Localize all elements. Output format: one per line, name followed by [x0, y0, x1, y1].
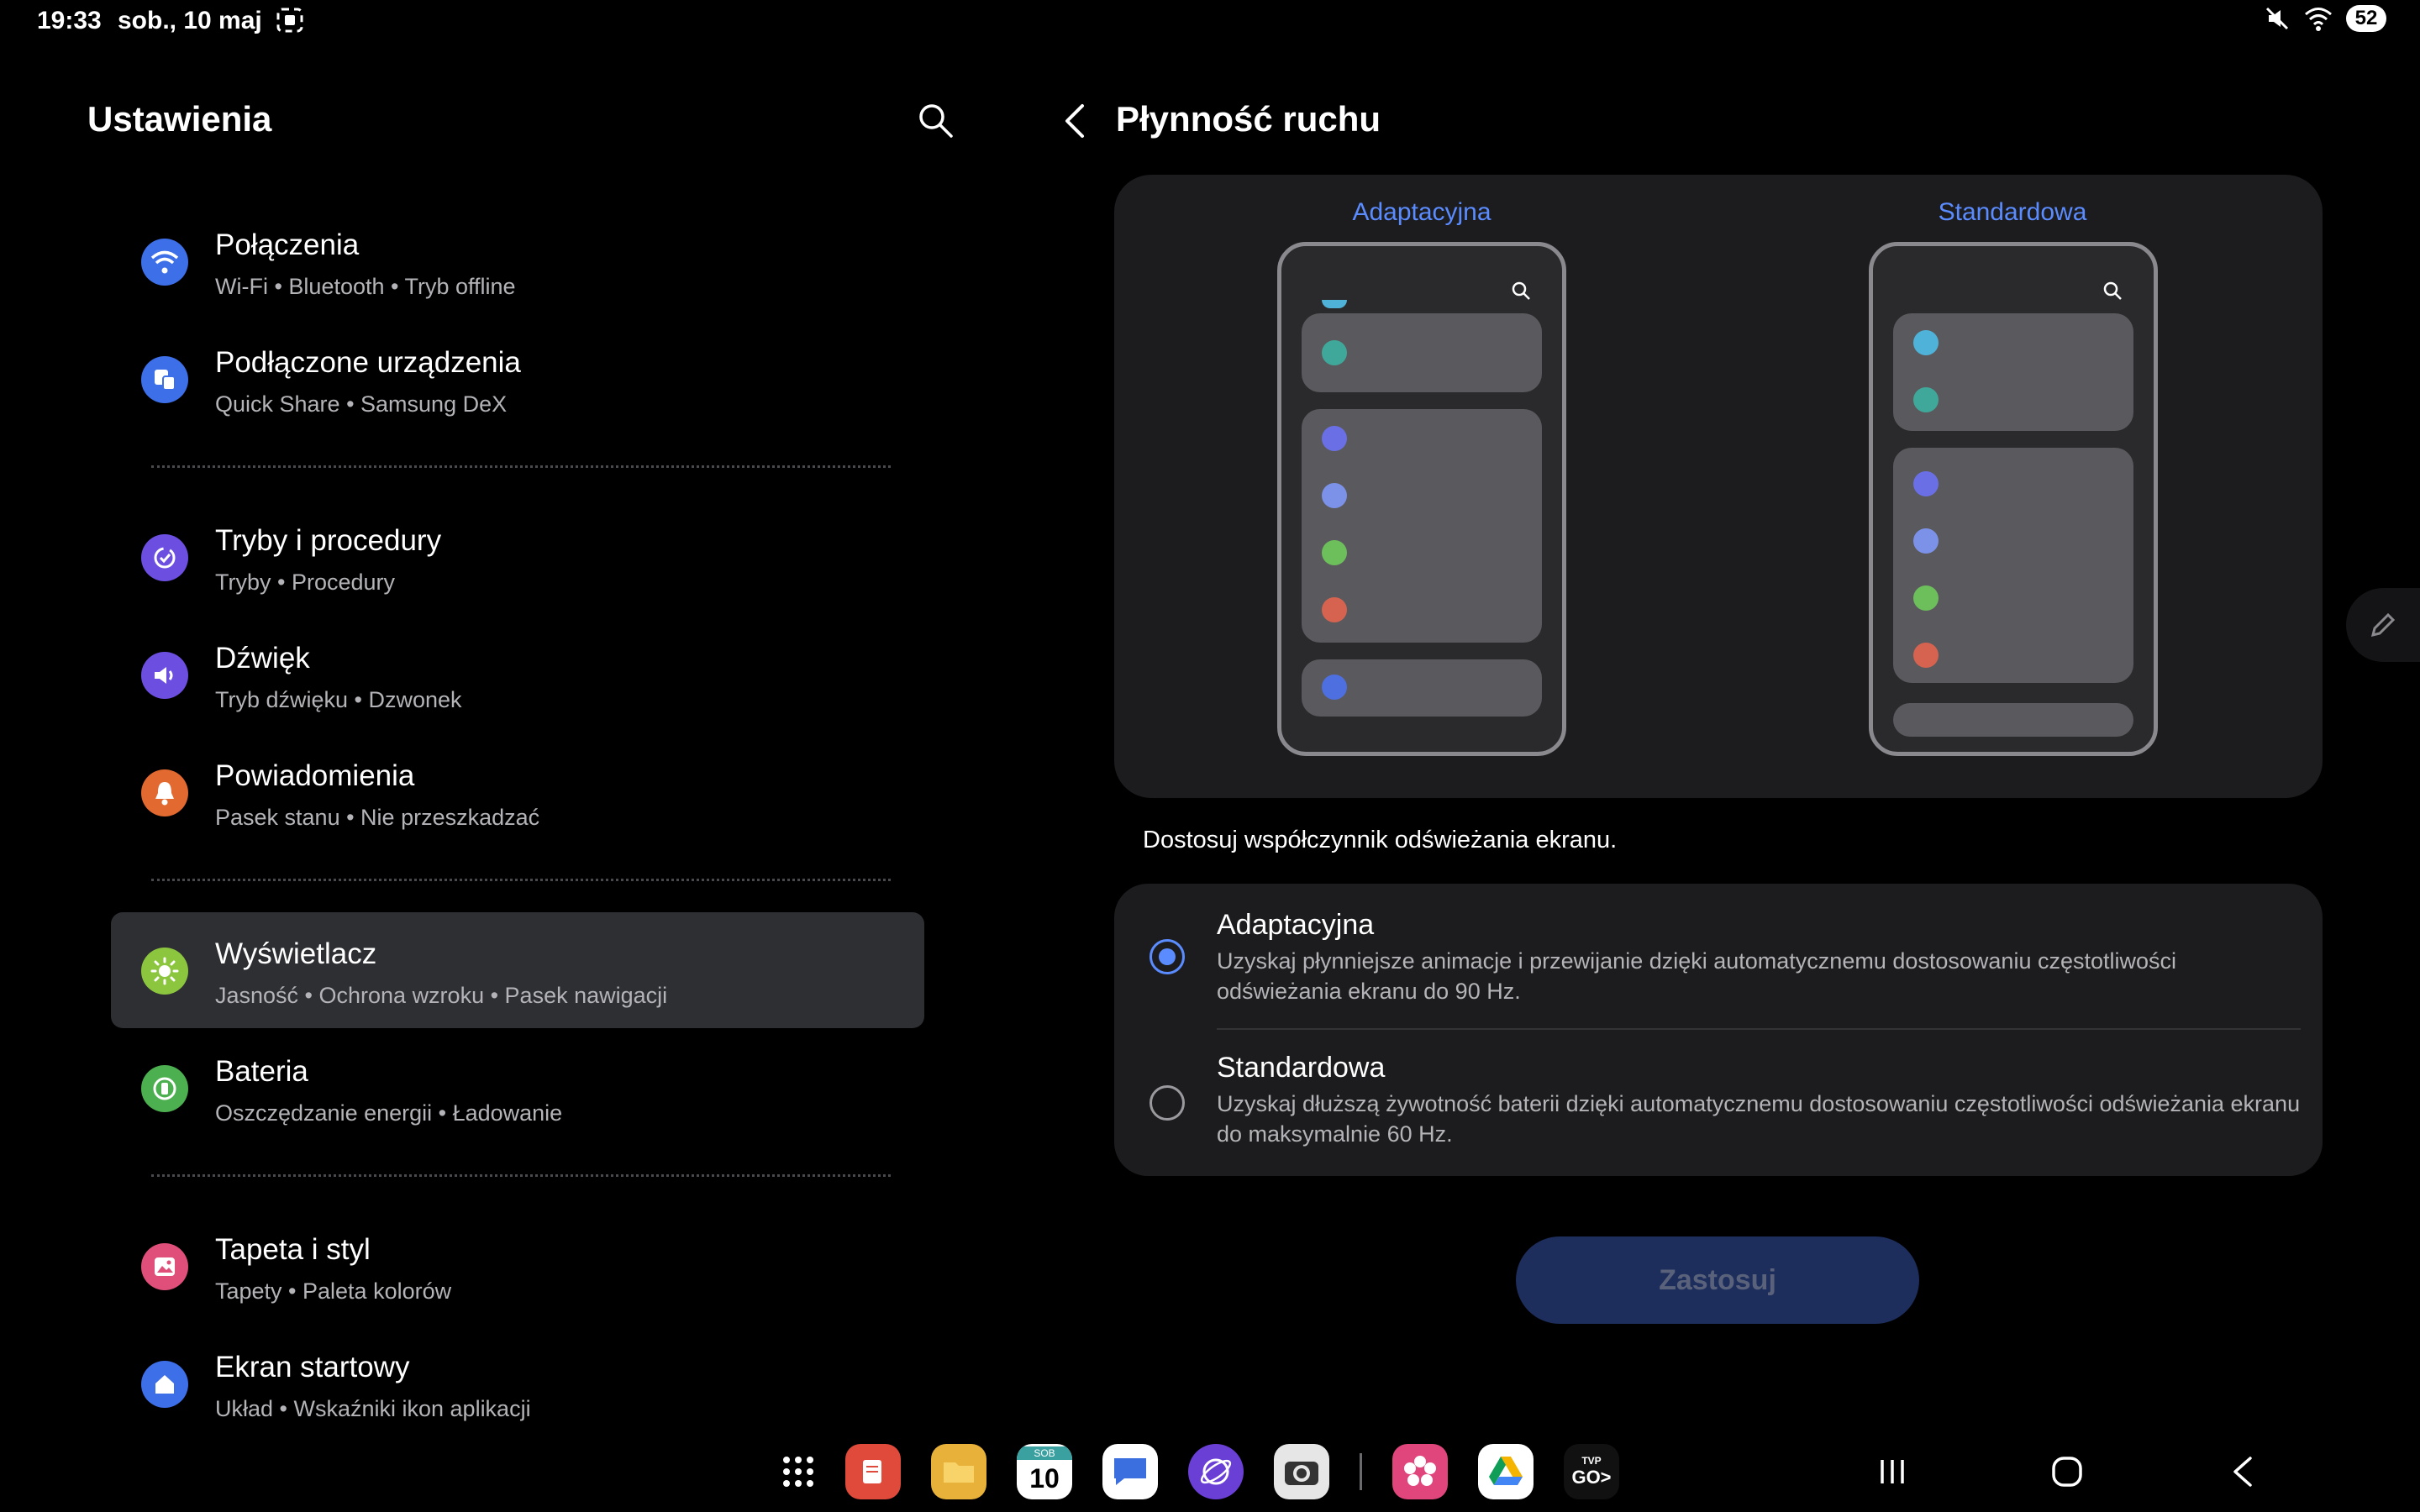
preview-label-adaptive: Adaptacyjna: [1352, 198, 1491, 226]
taskbar: SOB 10 TVP GO>: [781, 1441, 1619, 1502]
calendar-app-icon[interactable]: SOB 10: [1017, 1444, 1072, 1499]
menu-item-subtitle: Tapety • Paleta kolorów: [215, 1278, 452, 1304]
tvp-go-label: GO>: [1571, 1467, 1612, 1488]
status-icons: 52: [2264, 5, 2386, 32]
volume-icon: [141, 652, 188, 699]
section-divider: [151, 879, 891, 881]
option-adaptive[interactable]: Adaptacyjna Uzyskaj płynniejsze animacje…: [1114, 884, 2323, 1028]
battery-indicator: 52: [2346, 5, 2386, 32]
google-drive-app-icon[interactable]: [1478, 1444, 1534, 1499]
mute-icon: [2265, 7, 2289, 30]
status-date: sob., 10 maj: [118, 7, 262, 34]
home-icon: [141, 1361, 188, 1408]
menu-item-home-screen[interactable]: Ekran startowy Układ • Wskaźniki ikon ap…: [111, 1326, 924, 1441]
menu-item-subtitle: Tryby • Procedury: [215, 570, 396, 595]
menu-item-battery[interactable]: Bateria Oszczędzanie energii • Ładowanie: [111, 1030, 924, 1146]
menu-item-modes[interactable]: Tryby i procedury Tryby • Procedury: [111, 499, 924, 615]
menu-item-title: Powiadomienia: [215, 759, 415, 792]
sun-icon: [141, 948, 188, 995]
menu-item-title: Połączenia: [215, 228, 360, 261]
menu-item-title: Tryby i procedury: [215, 524, 442, 557]
motion-preview-card: Adaptacyjna Standardowa: [1114, 175, 2323, 798]
menu-item-title: Wyświetlacz: [215, 937, 377, 970]
option-description: Uzyskaj dłuższą żywotność baterii dzięki…: [1217, 1091, 2301, 1147]
screenshot-icon: [276, 8, 303, 33]
page-title: Płynność ruchu: [1116, 99, 1381, 139]
bell-icon: [141, 769, 188, 816]
gallery-app-icon[interactable]: [1392, 1444, 1448, 1499]
menu-item-subtitle: Tryb dźwięku • Dzwonek: [215, 687, 462, 712]
preview-phone-adaptive: [1277, 242, 1566, 756]
menu-item-connected-devices[interactable]: Podłączone urządzenia Quick Share • Sams…: [111, 321, 924, 437]
wifi-status-icon: [2305, 8, 2332, 31]
menu-item-subtitle: Wi-Fi • Bluetooth • Tryb offline: [215, 274, 516, 299]
apply-button[interactable]: Zastosuj: [1516, 1236, 1919, 1324]
option-title: Adaptacyjna: [1217, 909, 1375, 941]
menu-item-title: Tapeta i styl: [215, 1233, 371, 1266]
modes-icon: [141, 534, 188, 581]
option-title: Standardowa: [1217, 1052, 1386, 1084]
menu-item-wallpaper[interactable]: Tapeta i styl Tapety • Paleta kolorów: [111, 1208, 924, 1324]
preview-phone-standard: [1869, 242, 2158, 756]
menu-item-display[interactable]: Wyświetlacz Jasność • Ochrona wzroku • P…: [111, 912, 924, 1028]
app-drawer-icon[interactable]: [781, 1455, 815, 1488]
menu-item-title: Podłączone urządzenia: [215, 346, 521, 379]
devices-icon: [141, 356, 188, 403]
menu-item-connections[interactable]: Połączenia Wi-Fi • Bluetooth • Tryb offl…: [111, 203, 924, 319]
back-nav-icon[interactable]: [2223, 1452, 2264, 1492]
menu-item-title: Ekran startowy: [215, 1351, 410, 1383]
menu-item-subtitle: Jasność • Ochrona wzroku • Pasek nawigac…: [215, 983, 668, 1008]
files-app-icon[interactable]: [931, 1444, 986, 1499]
camera-app-icon[interactable]: [1274, 1444, 1329, 1499]
edge-panel-handle[interactable]: [2346, 588, 2420, 662]
radio-standard[interactable]: [1150, 1085, 1185, 1121]
option-standard[interactable]: Standardowa Uzyskaj dłuższą żywotność ba…: [1114, 1030, 2323, 1176]
search-icon: [2103, 281, 2122, 300]
settings-title: Ustawienia: [87, 99, 272, 139]
status-time: 19:33: [37, 7, 102, 34]
menu-item-subtitle: Oszczędzanie energii • Ładowanie: [215, 1100, 563, 1126]
back-arrow-icon[interactable]: [1060, 102, 1091, 139]
preview-label-standard: Standardowa: [1938, 198, 2087, 226]
refresh-rate-hint: Dostosuj współczynnik odświeżania ekranu…: [1143, 827, 1618, 853]
calendar-date: 10: [1029, 1463, 1060, 1494]
notes-app-icon[interactable]: [845, 1444, 901, 1499]
pencil-icon: [2370, 612, 2396, 638]
section-divider: [151, 1174, 891, 1177]
menu-item-title: Dźwięk: [215, 642, 310, 675]
home-nav-icon[interactable]: [2047, 1452, 2087, 1492]
search-icon[interactable]: [916, 101, 955, 139]
menu-item-subtitle: Układ • Wskaźniki ikon aplikacji: [215, 1396, 531, 1421]
wifi-icon: [141, 239, 188, 286]
calendar-weekday: SOB: [1017, 1446, 1072, 1460]
tvp-label: TVP: [1581, 1455, 1602, 1467]
wallpaper-icon: [141, 1243, 188, 1290]
section-divider: [151, 465, 891, 468]
recent-apps-icon[interactable]: [1872, 1452, 1912, 1492]
radio-adaptive[interactable]: [1150, 939, 1185, 974]
tvp-go-app-icon[interactable]: TVP GO>: [1564, 1444, 1619, 1499]
menu-item-notifications[interactable]: Powiadomienia Pasek stanu • Nie przeszka…: [111, 734, 924, 850]
messages-app-icon[interactable]: [1102, 1444, 1158, 1499]
search-icon: [1512, 281, 1530, 300]
menu-item-subtitle: Pasek stanu • Nie przeszkadzać: [215, 805, 540, 830]
menu-item-sound[interactable]: Dźwięk Tryb dźwięku • Dzwonek: [111, 617, 924, 732]
battery-icon: [141, 1065, 188, 1112]
menu-item-title: Bateria: [215, 1055, 308, 1088]
menu-item-subtitle: Quick Share • Samsung DeX: [215, 391, 508, 417]
option-description: Uzyskaj płynniejsze animacje i przewijan…: [1217, 948, 2177, 1004]
refresh-rate-options: Adaptacyjna Uzyskaj płynniejsze animacje…: [1114, 884, 2323, 1176]
taskbar-separator: [1360, 1453, 1362, 1490]
internet-app-icon[interactable]: [1188, 1444, 1244, 1499]
